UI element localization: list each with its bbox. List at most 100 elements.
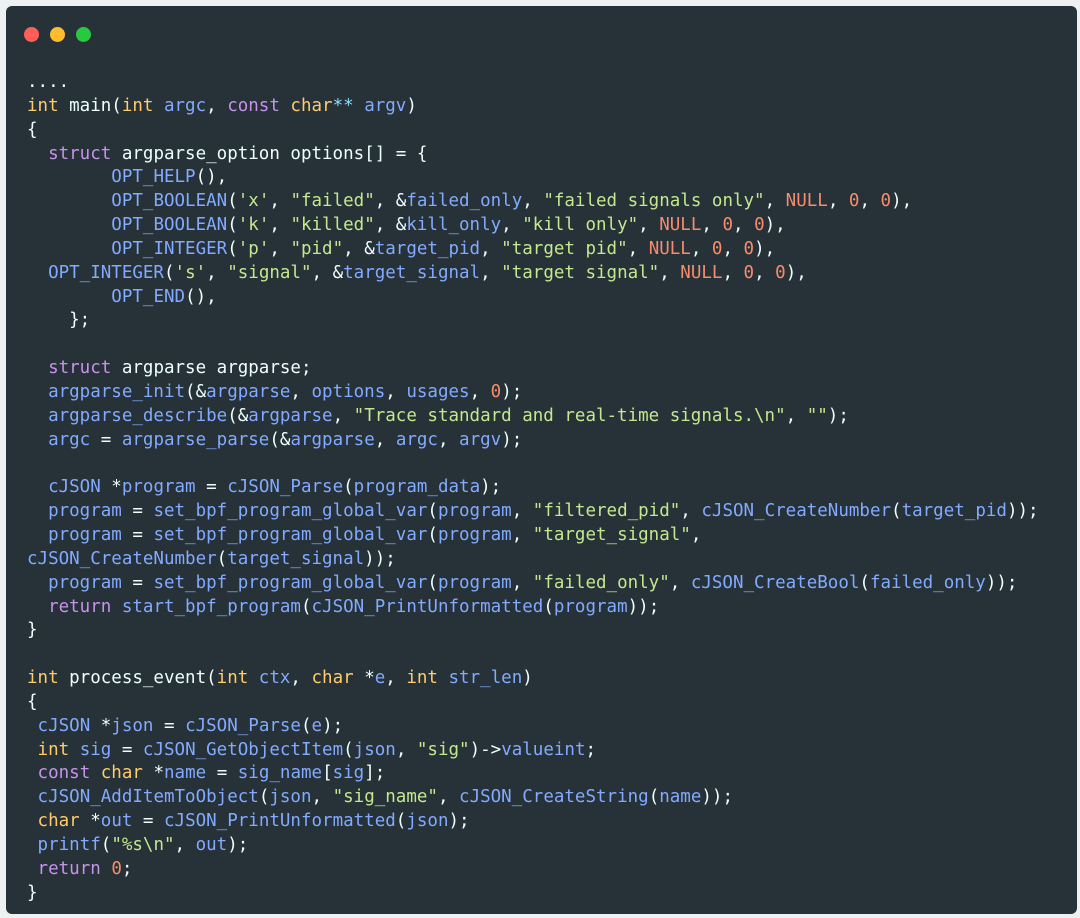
code-token: "signal" <box>227 262 312 283</box>
code-token: "killed" <box>290 215 375 236</box>
code-token: , <box>269 238 291 259</box>
code-token: OPT_INTEGER <box>48 262 164 283</box>
code-token: "filtered_pid" <box>532 501 681 522</box>
code-token: , & <box>374 215 407 236</box>
code-line: cJSON_AddItemToObject(json, "sig_name", … <box>27 786 1077 810</box>
code-token: int <box>216 668 249 689</box>
code-token: [ <box>322 763 333 784</box>
code-line: { <box>27 691 1077 715</box>
code-token: name <box>164 763 207 784</box>
code-token: )); <box>1006 501 1039 522</box>
code-line: argparse_describe(&argparse, "Trace stan… <box>27 405 1077 429</box>
code-token: program <box>437 501 512 522</box>
code-token: ctx <box>248 668 291 689</box>
code-token: const <box>227 95 280 116</box>
code-line: struct argparse argparse; <box>27 357 1077 381</box>
code-token: "failed_only" <box>532 572 670 593</box>
code-token: json <box>111 715 154 736</box>
code-token: argparse <box>290 429 375 450</box>
code-line: int main(int argc, const char** argv) <box>27 95 1077 119</box>
code-token: program <box>48 501 122 522</box>
code-line: return 0; <box>27 858 1077 882</box>
code-token: failed_only <box>869 572 986 593</box>
code-token: , & <box>311 262 344 283</box>
code-token: e <box>374 668 386 689</box>
code-token: 0 <box>880 191 892 212</box>
code-token: = <box>90 429 122 450</box>
code-token: , <box>522 191 544 212</box>
code-token: )); <box>701 787 733 808</box>
code-token: process_event( <box>58 668 217 689</box>
code-token: , <box>754 262 776 283</box>
code-token: * <box>142 763 164 784</box>
code-token: set_bpf_program_global_var <box>153 525 428 546</box>
code-token: argc <box>395 429 438 450</box>
code-token: int <box>406 668 438 689</box>
code-token: target_signal <box>343 262 481 283</box>
code-token: 0 <box>848 191 860 212</box>
code-token: struct <box>48 143 112 164</box>
code-token: cJSON_AddItemToObject <box>37 787 259 808</box>
code-line: argparse_init(&argparse, options, usages… <box>27 381 1077 405</box>
code-token: program <box>437 525 512 546</box>
code-block[interactable]: .... int main(int argc, const char** argv… <box>27 71 1077 906</box>
code-token: , <box>269 191 291 212</box>
code-token: , <box>206 95 228 116</box>
code-token: (& <box>269 429 291 450</box>
code-token: , <box>385 668 407 689</box>
code-line: OPT_INTEGER('p', "pid", &target_pid, "ta… <box>27 238 1077 262</box>
code-token: , & <box>343 238 375 259</box>
code-token: cJSON_Parse <box>227 477 344 498</box>
code-token: , <box>511 501 533 522</box>
code-token: = <box>195 477 228 498</box>
code-token: OPT_INTEGER <box>111 238 228 259</box>
code-token: argparse argparse; <box>111 358 312 379</box>
code-token: target_signal <box>227 548 365 569</box>
code-token: "kill only" <box>522 215 639 236</box>
code-token: out <box>100 811 133 832</box>
code-token: , <box>722 262 744 283</box>
code-token: , <box>785 405 807 426</box>
code-token: ); <box>480 477 502 498</box>
code-token: , <box>206 262 228 283</box>
code-token: ) <box>522 668 533 689</box>
code-token: * <box>90 715 112 736</box>
code-token: .... <box>27 72 70 92</box>
code-line: } <box>27 882 1077 906</box>
code-token: target_pid <box>374 238 481 259</box>
code-token: 0 <box>490 381 502 402</box>
code-token: , <box>290 381 312 402</box>
minimize-icon[interactable] <box>50 27 65 42</box>
code-token: ( <box>163 262 175 283</box>
code-token: = <box>132 811 164 832</box>
zoom-icon[interactable] <box>76 27 91 42</box>
code-token: NULL <box>680 262 723 283</box>
code-token: start_bpf_program <box>121 596 301 617</box>
code-line: ​ <box>27 333 1077 357</box>
code-token: int <box>121 95 154 116</box>
code-token: , <box>638 215 660 236</box>
code-token: ( <box>300 596 312 617</box>
code-token: = <box>121 572 154 593</box>
code-token: = <box>121 525 154 546</box>
code-line: OPT_BOOLEAN('k', "killed", &kill_only, "… <box>27 214 1077 238</box>
code-token: ), <box>764 215 786 236</box>
code-token: "target pid" <box>501 238 628 259</box>
code-token: sig_name <box>237 763 323 784</box>
close-icon[interactable] <box>24 27 39 42</box>
code-token: argparse <box>206 381 291 402</box>
code-token: ), <box>785 262 807 283</box>
code-token: OPT_BOOLEAN <box>111 191 228 212</box>
code-line: cJSON_CreateNumber(target_signal)); <box>27 548 1077 572</box>
code-token: } <box>27 620 38 641</box>
code-token: target_pid <box>901 501 1007 522</box>
code-token: ( <box>891 501 902 522</box>
code-token: 's' <box>174 262 207 283</box>
code-line: int sig = cJSON_GetObjectItem(json, "sig… <box>27 739 1077 763</box>
code-line: program = set_bpf_program_global_var(pro… <box>27 572 1077 596</box>
code-token: } <box>27 882 38 903</box>
